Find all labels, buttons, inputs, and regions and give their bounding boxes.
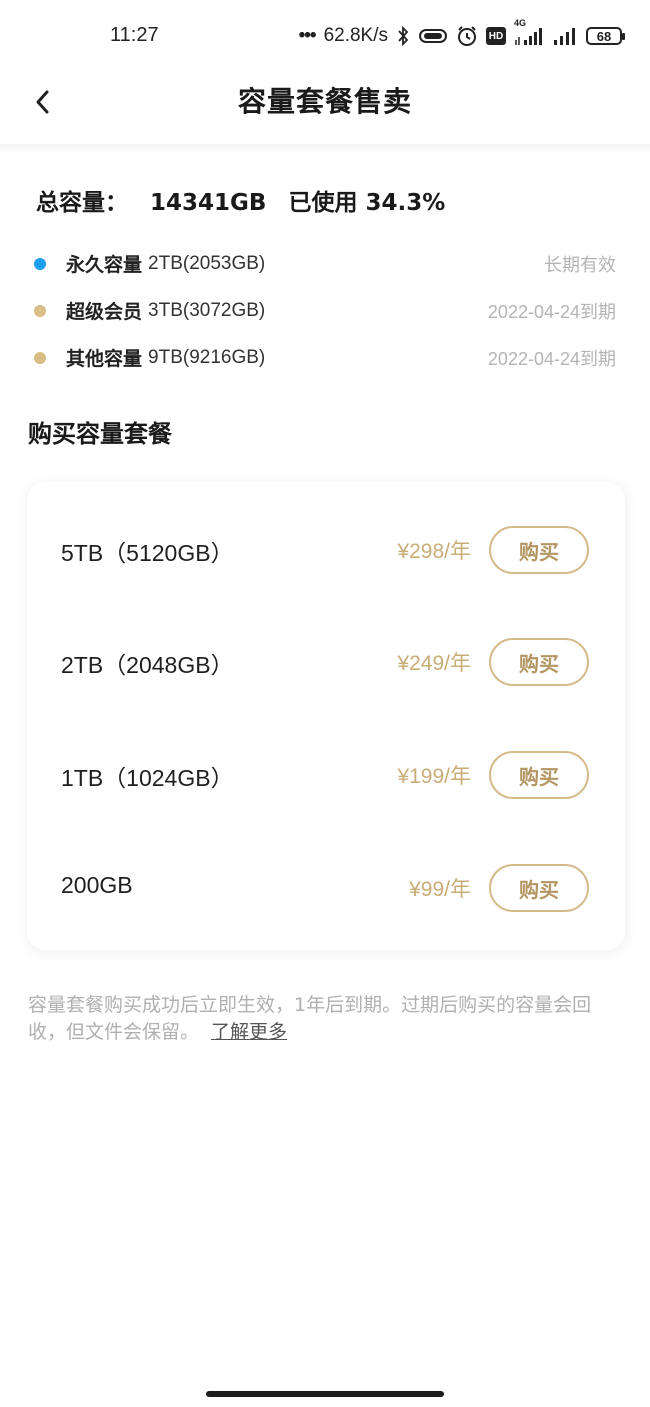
buy-button[interactable]: 购买 <box>489 864 589 912</box>
header-divider <box>0 144 650 154</box>
home-indicator[interactable] <box>206 1391 444 1397</box>
capacity-row: 超级会员 3TB(3072GB) 2022-04-24到期 <box>34 287 616 334</box>
status-time: 11:27 <box>110 24 159 46</box>
package-name: 200GB <box>61 872 133 898</box>
package-row: 1TB（1024GB） ¥199/年 购买 <box>27 745 625 805</box>
vibrate-icon <box>418 27 448 45</box>
capacity-summary: 总容量： 14341GB 已使用 34.3% <box>36 183 459 217</box>
capacity-row: 永久容量 2TB(2053GB) 长期有效 <box>34 240 616 287</box>
capacity-dot <box>34 351 46 364</box>
capacity-row: 其他容量 9TB(9216GB) 2022-04-24到期 <box>34 334 616 381</box>
package-row: 5TB（5120GB） ¥298/年 购买 <box>27 520 625 580</box>
bluetooth-icon <box>396 26 410 46</box>
more-dots-icon: ••• <box>298 25 317 46</box>
capacity-expire: 长期有效 <box>544 254 616 275</box>
buy-button[interactable]: 购买 <box>489 638 589 686</box>
status-bar: 11:27 ••• 62.8K/s HD 4G 68 <box>0 0 650 70</box>
signal-icon <box>552 26 578 46</box>
page-title: 容量套餐售卖 <box>237 85 412 118</box>
learn-more-link[interactable]: 了解更多 <box>211 1021 287 1043</box>
package-row: 200GB ¥99/年 购买 <box>27 858 625 918</box>
footnote: 容量套餐购买成功后立即生效，1年后到期。过期后购买的容量会回收，但文件会保留。了… <box>28 992 623 1046</box>
battery-icon: 68 <box>586 27 625 45</box>
buy-button[interactable]: 购买 <box>489 526 589 574</box>
signal-4g-icon: 4G <box>514 18 544 46</box>
buy-button[interactable]: 购买 <box>489 751 589 799</box>
package-row: 2TB（2048GB） ¥249/年 购买 <box>27 632 625 692</box>
package-price: ¥99/年 <box>409 878 471 901</box>
summary-used: 已使用 34.3% <box>288 190 446 216</box>
status-icons: ••• 62.8K/s HD 4G 68 <box>298 18 625 50</box>
capacity-name: 其他容量 <box>66 348 143 370</box>
capacity-list: 永久容量 2TB(2053GB) 长期有效 超级会员 3TB(3072GB) 2… <box>34 240 616 381</box>
summary-total: 14341GB <box>150 190 267 216</box>
package-card: 5TB（5120GB） ¥298/年 购买 2TB（2048GB） ¥249/年… <box>27 482 625 950</box>
capacity-expire: 2022-04-24到期 <box>487 348 616 369</box>
capacity-size: 3TB(3072GB) <box>148 299 266 321</box>
capacity-dot <box>34 257 46 270</box>
package-name: 2TB（2048GB） <box>61 652 234 678</box>
package-name: 1TB（1024GB） <box>61 765 234 791</box>
network-speed: 62.8K/s <box>323 25 388 46</box>
capacity-size: 9TB(9216GB) <box>148 346 266 368</box>
alarm-icon <box>456 25 478 47</box>
capacity-name: 超级会员 <box>66 301 143 323</box>
nav-header: 容量套餐售卖 <box>0 70 650 144</box>
capacity-dot <box>34 304 46 317</box>
section-title: 购买容量套餐 <box>28 420 172 448</box>
capacity-name: 永久容量 <box>66 254 143 276</box>
package-price: ¥298/年 <box>397 540 471 563</box>
package-price: ¥249/年 <box>397 652 471 675</box>
hd-badge: HD <box>486 27 506 45</box>
package-price: ¥199/年 <box>397 765 471 788</box>
package-name: 5TB（5120GB） <box>61 540 234 566</box>
capacity-size: 2TB(2053GB) <box>148 252 266 274</box>
footnote-text: 容量套餐购买成功后立即生效，1年后到期。过期后购买的容量会回收，但文件会保留。 <box>28 994 592 1043</box>
summary-label: 总容量： <box>36 190 128 216</box>
capacity-expire: 2022-04-24到期 <box>487 301 616 322</box>
